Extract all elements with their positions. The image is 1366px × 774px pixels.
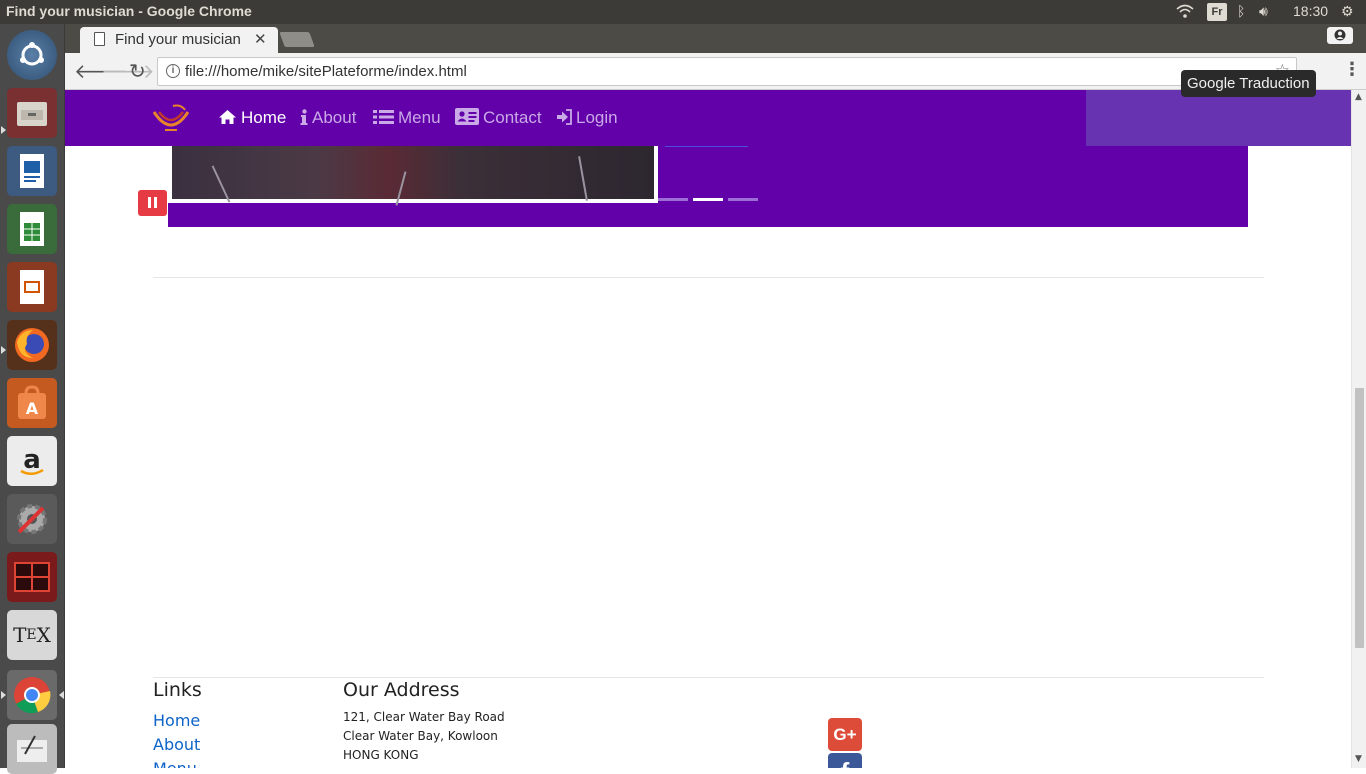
new-tab-button[interactable] (279, 32, 315, 47)
address-card-icon (455, 108, 479, 129)
nav-home[interactable]: Home (218, 108, 286, 130)
system-settings-icon[interactable] (7, 494, 57, 544)
site-navbar: Home About Menu Contact Login (65, 90, 1351, 146)
footer-link-menu[interactable]: Menu (153, 759, 197, 768)
nav-login[interactable]: Login (557, 108, 618, 130)
extension-tooltip: Google Traduction (1181, 70, 1316, 97)
reload-button[interactable]: ↻ (129, 61, 146, 81)
ubuntu-launcher: A a TEX (0, 24, 65, 774)
page-icon (94, 32, 105, 46)
window-title: Find your musician - Google Chrome (6, 3, 252, 19)
calc-icon[interactable] (7, 204, 57, 254)
section-divider (153, 277, 1264, 278)
active-app-arrow (1, 691, 6, 699)
sign-in-icon (557, 109, 572, 129)
clock[interactable]: 18:30 (1293, 3, 1328, 19)
nav-label: Home (241, 108, 287, 127)
info-icon[interactable]: i (166, 64, 180, 78)
google-plus-button[interactable]: G+ (828, 718, 862, 751)
pause-icon (148, 197, 151, 208)
ubuntu-dash-icon[interactable] (7, 30, 57, 80)
scroll-down-arrow[interactable]: ▼ (1355, 754, 1362, 764)
tab-find-your-musician[interactable]: Find your musician ✕ (80, 27, 278, 54)
focused-app-arrow (59, 691, 64, 699)
terminal-workspace-icon[interactable] (7, 552, 57, 602)
nav-label: Menu (398, 108, 441, 127)
carousel-indicator[interactable] (693, 198, 723, 201)
carousel-pause-button[interactable] (138, 190, 167, 216)
navbar-right-panel (1086, 90, 1351, 146)
bluetooth-icon[interactable]: ᛒ (1237, 3, 1245, 19)
list-icon (373, 110, 394, 129)
nav-label: About (312, 108, 357, 127)
nav-contact[interactable]: Contact (455, 108, 542, 130)
software-center-icon[interactable]: A (7, 378, 57, 428)
chrome-menu-icon[interactable]: ⋮ (1343, 60, 1361, 80)
files-icon[interactable] (7, 88, 57, 138)
wifi-icon[interactable] (1175, 3, 1195, 22)
impress-icon[interactable] (7, 262, 57, 312)
page-viewport: Home About Menu Contact Login Links Home Abo… (65, 90, 1351, 768)
carousel-indicator[interactable] (658, 198, 688, 201)
firefox-icon[interactable] (7, 320, 57, 370)
site-logo[interactable] (151, 102, 191, 134)
url-text: file:///home/mike/sitePlateforme/index.h… (185, 63, 467, 80)
address-bar[interactable]: i file:///home/mike/sitePlateforme/index… (157, 57, 1297, 86)
active-app-arrow (1, 346, 6, 354)
amazon-icon[interactable]: a (7, 436, 57, 486)
svg-text:A: A (26, 399, 39, 418)
scrollbar-thumb[interactable] (1355, 388, 1364, 648)
scroll-up-arrow[interactable]: ▲ (1355, 92, 1362, 102)
text-editor-icon[interactable] (7, 724, 57, 774)
footer-divider (153, 677, 1264, 678)
profile-icon[interactable] (1327, 27, 1353, 44)
nav-about[interactable]: About (300, 108, 356, 130)
footer-links-heading: Links (153, 679, 202, 701)
home-icon (218, 110, 237, 129)
address-line-2: Clear Water Bay, Kowloon (343, 729, 498, 743)
close-tab-icon[interactable]: ✕ (254, 30, 267, 48)
texmaker-icon[interactable]: TEX (7, 610, 57, 660)
chrome-icon[interactable] (7, 670, 57, 720)
active-app-arrow (1, 126, 6, 134)
keyboard-layout-indicator[interactable]: Fr (1207, 3, 1227, 21)
svg-text:a: a (23, 445, 41, 475)
footer-link-home[interactable]: Home (153, 711, 200, 730)
settings-gear-icon[interactable]: ⚙ (1341, 3, 1354, 20)
address-line-3: HONG KONG (343, 748, 419, 762)
footer-address-heading: Our Address (343, 679, 460, 701)
carousel-indicator[interactable] (728, 198, 758, 201)
info-icon (300, 109, 308, 129)
page-scrollbar[interactable]: ▲ ▼ (1351, 90, 1366, 768)
volume-icon[interactable]: 🔊︎ (1259, 3, 1268, 20)
writer-icon[interactable] (7, 146, 57, 196)
nav-label: Contact (483, 108, 542, 127)
pause-icon (154, 197, 157, 208)
caption-underline (665, 146, 748, 147)
tab-title: Find your musician (115, 31, 241, 48)
system-top-panel: Find your musician - Google Chrome Fr ᛒ … (0, 0, 1366, 24)
nav-menu[interactable]: Menu (373, 108, 441, 130)
forward-button[interactable]: 🡒 (101, 61, 155, 81)
browser-toolbar: 🡐 🡒 ↻ i file:///home/mike/sitePlateforme… (65, 53, 1366, 90)
footer-link-about[interactable]: About (153, 735, 200, 754)
address-line-1: 121, Clear Water Bay Road (343, 710, 505, 724)
carousel-slide-image[interactable] (168, 146, 658, 206)
nav-label: Login (576, 108, 618, 127)
facebook-button[interactable]: f (828, 753, 862, 768)
